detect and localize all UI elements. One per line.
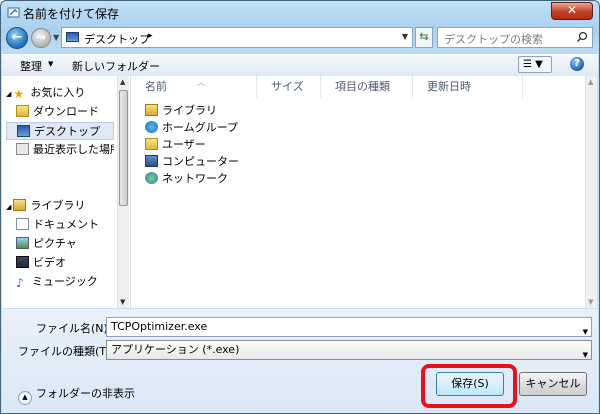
filename-label: ファイル名(N): (36, 322, 112, 335)
desktop-icon (17, 125, 30, 137)
scroll-thumb[interactable] (119, 90, 128, 206)
scroll-down-icon[interactable]: ▼ (120, 298, 125, 306)
help-icon: ? (574, 58, 580, 69)
filename-dropdown-icon[interactable]: ▼ (583, 323, 588, 341)
homegroup-icon (145, 121, 158, 133)
window-title: 名前を付けて保存 (23, 7, 120, 21)
scroll-up-icon[interactable]: ▲ (120, 78, 125, 86)
forward-button[interactable]: → (31, 28, 51, 48)
search-input[interactable]: デスクトップの検索 (437, 27, 593, 48)
documents-icon (16, 218, 29, 230)
library-icon (145, 104, 158, 116)
recent-pages-dropdown-icon[interactable]: ▼ (53, 33, 59, 42)
filetype-select[interactable]: アプリケーション (*.exe) ▼ (106, 340, 592, 360)
list-item-user[interactable]: ユーザー (145, 137, 206, 153)
list-item-network[interactable]: ネットワーク (145, 171, 228, 187)
videos-icon (16, 256, 29, 268)
search-placeholder: デスクトップの検索 (444, 33, 543, 46)
collapse-icon[interactable]: ◢ (6, 203, 11, 211)
library-icon (13, 199, 27, 211)
new-folder-button[interactable]: 新しいフォルダー (72, 58, 160, 74)
file-list: ︿ 名前 サイズ 項目の種類 更新日時 ライブラリ ホームグループ ユーザー コ… (131, 76, 597, 308)
view-icon: ☰ (523, 59, 532, 70)
refresh-icon: ⇆ (419, 30, 429, 43)
nav-item-recent-places[interactable]: 最近表示した場所 (16, 141, 114, 159)
nav-item-libraries[interactable]: ◢ ライブラリ (6, 197, 114, 215)
star-icon: ★ (13, 87, 25, 101)
address-bar[interactable]: デスクトップ ▸ ▼ (61, 27, 413, 48)
nav-item-desktop[interactable]: デスクトップ (6, 122, 114, 140)
file-list-scrollbar[interactable]: ▲ ▼ (585, 76, 597, 308)
address-dropdown-icon[interactable]: ▼ (402, 32, 408, 41)
music-icon: ♪ (16, 276, 24, 290)
command-bar: 整理 ▼ 新しいフォルダー ☰ ▼ ? (2, 53, 598, 77)
user-folder-icon (145, 138, 158, 150)
column-header-name[interactable]: ︿ 名前 (131, 76, 257, 98)
save-button-highlight (421, 364, 517, 408)
filetype-value[interactable]: アプリケーション (*.exe) (111, 343, 239, 356)
download-folder-icon (16, 105, 29, 117)
nav-item-favorites[interactable]: ◢ ★ お気に入り (6, 84, 114, 102)
sort-ascending-icon: ︿ (197, 78, 205, 87)
save-dialog-icon (7, 7, 20, 18)
breadcrumb-separator-icon[interactable]: ▸ (148, 31, 153, 41)
pictures-icon (16, 237, 29, 249)
nav-item-pictures[interactable]: ピクチャ (16, 235, 114, 253)
organize-button[interactable]: 整理 (20, 58, 42, 74)
list-item-libraries[interactable]: ライブラリ (145, 103, 217, 119)
view-options-button[interactable]: ☰ ▼ (518, 56, 552, 73)
cancel-button[interactable]: キャンセル (519, 372, 587, 396)
address-location[interactable]: デスクトップ (84, 31, 150, 47)
nav-item-documents[interactable]: ドキュメント (16, 216, 114, 234)
desktop-icon (66, 32, 79, 42)
scroll-down-icon[interactable]: ▼ (588, 298, 593, 306)
back-arrow-icon: ← (11, 30, 23, 45)
navigation-pane: ◢ ★ お気に入り ダウンロード デスクトップ 最近表示した場所 ◢ ライブラリ ドキ… (2, 76, 131, 308)
filetype-label: ファイルの種類(T): (18, 345, 115, 358)
help-button[interactable]: ? (570, 57, 584, 71)
filetype-dropdown-icon[interactable]: ▼ (583, 346, 588, 364)
computer-icon (145, 155, 158, 167)
collapse-icon[interactable]: ◢ (6, 90, 11, 98)
nav-item-videos[interactable]: ビデオ (16, 254, 114, 272)
search-icon (576, 31, 588, 43)
nav-scrollbar[interactable]: ▲ ▼ (117, 76, 129, 308)
hide-folders-toggle[interactable]: ▲ フォルダーの非表示 (18, 385, 135, 405)
list-item-computer[interactable]: コンピューター (145, 154, 239, 170)
close-icon: ✕ (566, 3, 578, 17)
network-icon (145, 172, 158, 184)
column-header-type[interactable]: 項目の種類 (321, 76, 413, 98)
close-button[interactable]: ✕ (551, 2, 593, 20)
address-row: ← → ▼ デスクトップ ▸ ▼ ⇆ デスクトップの検索 (1, 25, 599, 51)
filename-value[interactable]: TCPOptimizer.exe (111, 320, 207, 333)
column-header-size[interactable]: サイズ (257, 76, 321, 98)
save-as-dialog: 名前を付けて保存 ✕ ← → ▼ デスクトップ ▸ ▼ ⇆ デスクトップの検索 … (0, 0, 600, 414)
title-bar: 名前を付けて保存 ✕ (1, 1, 599, 23)
organize-dropdown-icon[interactable]: ▼ (48, 60, 53, 68)
forward-arrow-icon: → (35, 30, 47, 44)
filename-field[interactable]: TCPOptimizer.exe ▼ (106, 317, 592, 337)
scroll-up-icon[interactable]: ▲ (588, 78, 593, 86)
recent-places-icon (16, 143, 29, 155)
list-item-homegroup[interactable]: ホームグループ (145, 120, 238, 136)
column-header-modified[interactable]: 更新日時 (413, 76, 523, 98)
nav-item-music[interactable]: ♪ ミュージック (16, 273, 114, 291)
nav-item-downloads[interactable]: ダウンロード (16, 103, 114, 121)
back-button[interactable]: ← (6, 27, 28, 49)
chevron-up-icon: ▲ (18, 391, 32, 405)
refresh-button[interactable]: ⇆ (415, 27, 433, 48)
